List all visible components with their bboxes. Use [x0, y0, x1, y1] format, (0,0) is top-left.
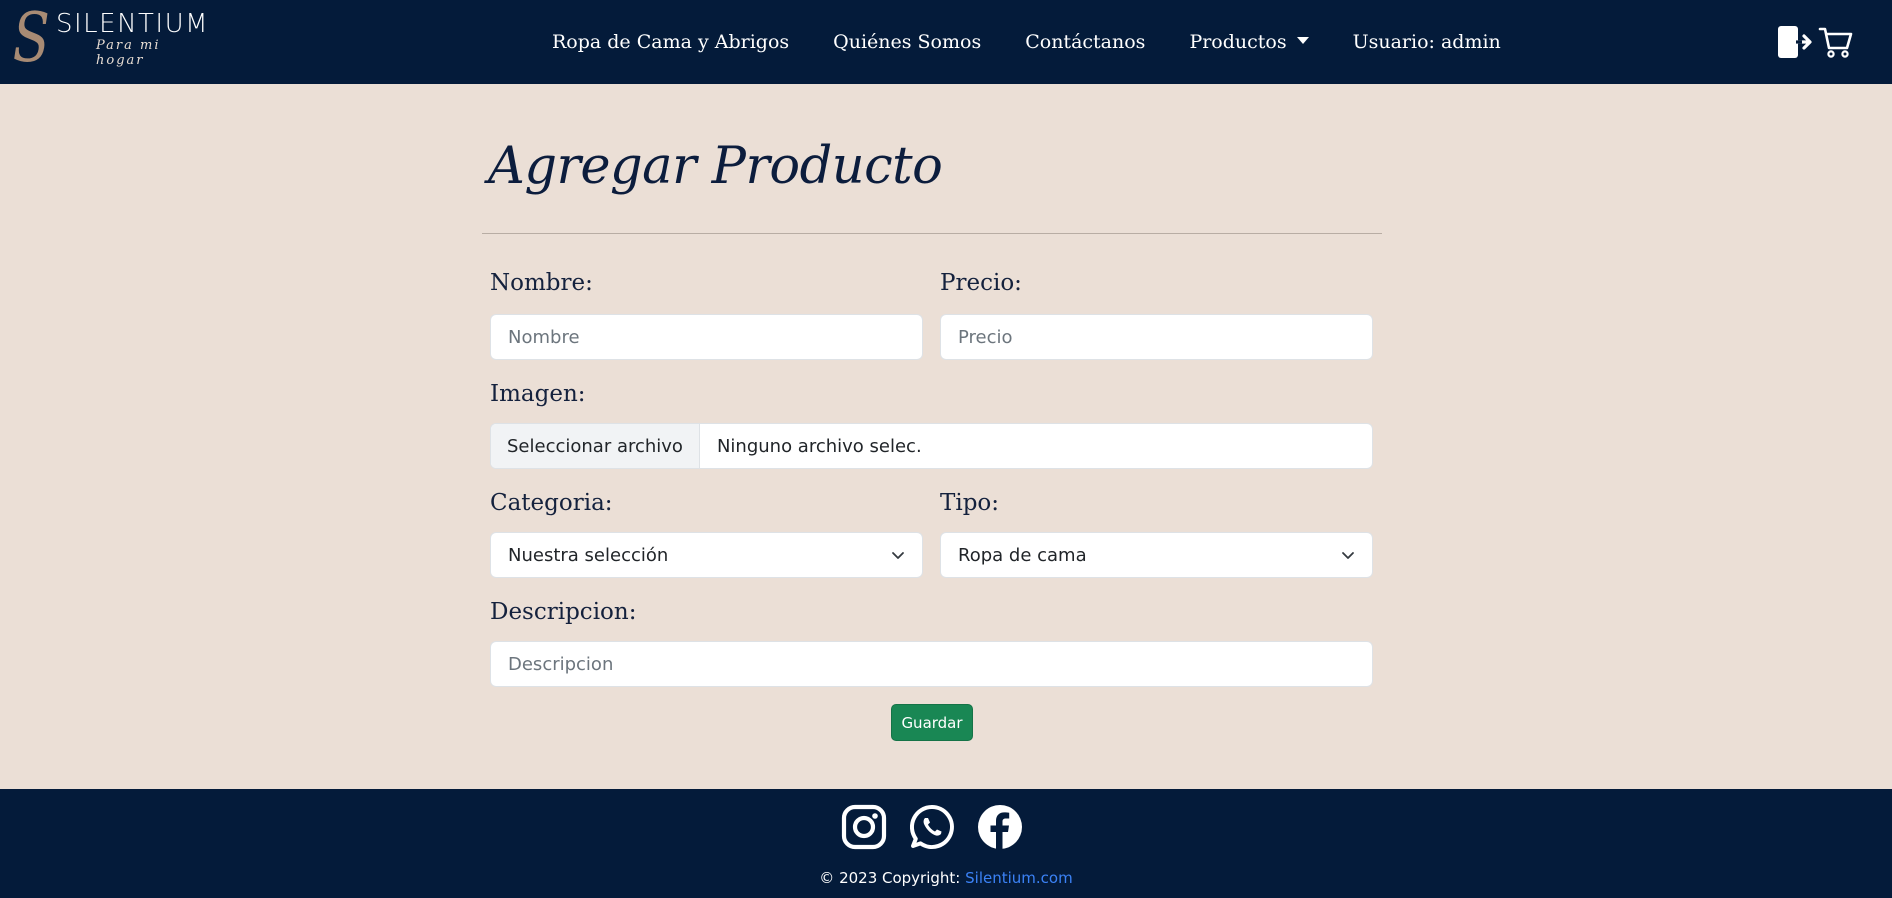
copyright: © 2023 Copyright: Silentium.com [0, 869, 1892, 887]
chevron-down-icon [1342, 552, 1354, 559]
brand-tagline: Para mi hogar [96, 38, 161, 69]
tipo-selected-value: Ropa de cama [958, 544, 1087, 566]
precio-input[interactable] [958, 326, 1355, 348]
categoria-selected-value: Nuestra selección [508, 544, 669, 566]
copyright-text: © 2023 Copyright: [819, 869, 966, 887]
whatsapp-icon[interactable] [908, 803, 956, 851]
brand-logo[interactable]: S SILENTIUM Para mi hogar [8, 0, 209, 78]
imagen-label: Imagen: [490, 381, 586, 407]
logo-mark: S [12, 0, 50, 78]
file-status: Ninguno archivo selec. [716, 435, 922, 457]
nav-links: Ropa de Cama y Abrigos Quiénes Somos Con… [530, 0, 1523, 84]
logout-icon[interactable] [1776, 24, 1812, 60]
nav-link-usuario[interactable]: Usuario: admin [1331, 31, 1523, 53]
select-file-button[interactable]: Seleccionar archivo [491, 424, 700, 468]
nav-dropdown-productos[interactable]: Productos [1167, 31, 1330, 53]
cart-icon[interactable] [1818, 24, 1854, 60]
instagram-icon[interactable] [840, 803, 888, 851]
nombre-field-wrap [490, 314, 923, 360]
tipo-select[interactable]: Ropa de cama [940, 532, 1373, 578]
nav-icons [1776, 24, 1854, 60]
nav-link-ropa-de-cama[interactable]: Ropa de Cama y Abrigos [530, 31, 811, 53]
nombre-label: Nombre: [490, 270, 593, 296]
tipo-label: Tipo: [940, 490, 1000, 516]
divider [482, 233, 1382, 234]
imagen-file-input[interactable]: Seleccionar archivo Ninguno archivo sele… [490, 423, 1373, 469]
descripcion-label: Descripcion: [490, 599, 637, 625]
nav-link-quienes-somos[interactable]: Quiénes Somos [811, 31, 1003, 53]
precio-field-wrap [940, 314, 1373, 360]
nav-dropdown-label: Productos [1189, 31, 1287, 53]
nav-link-contactanos[interactable]: Contáctanos [1003, 31, 1167, 53]
nombre-input[interactable] [508, 326, 905, 348]
logo-text: SILENTIUM Para mi hogar [56, 10, 209, 69]
footer: © 2023 Copyright: Silentium.com [0, 789, 1892, 898]
main-content: Agregar Producto Nombre: Precio: Imagen:… [482, 84, 1382, 741]
social-links [840, 803, 1024, 851]
chevron-down-icon [892, 552, 904, 559]
precio-label: Precio: [940, 270, 1022, 296]
facebook-icon[interactable] [976, 803, 1024, 851]
copyright-link[interactable]: Silentium.com [965, 869, 1073, 887]
categoria-label: Categoria: [490, 490, 613, 516]
save-button[interactable]: Guardar [891, 704, 973, 741]
navbar: S SILENTIUM Para mi hogar Ropa de Cama y… [0, 0, 1892, 84]
descripcion-field-wrap [490, 641, 1373, 687]
brand-name: SILENTIUM [56, 8, 210, 39]
caret-down-icon [1296, 36, 1309, 44]
page-title: Agregar Producto [488, 137, 943, 196]
descripcion-input[interactable] [508, 653, 1355, 675]
categoria-select[interactable]: Nuestra selección [490, 532, 923, 578]
